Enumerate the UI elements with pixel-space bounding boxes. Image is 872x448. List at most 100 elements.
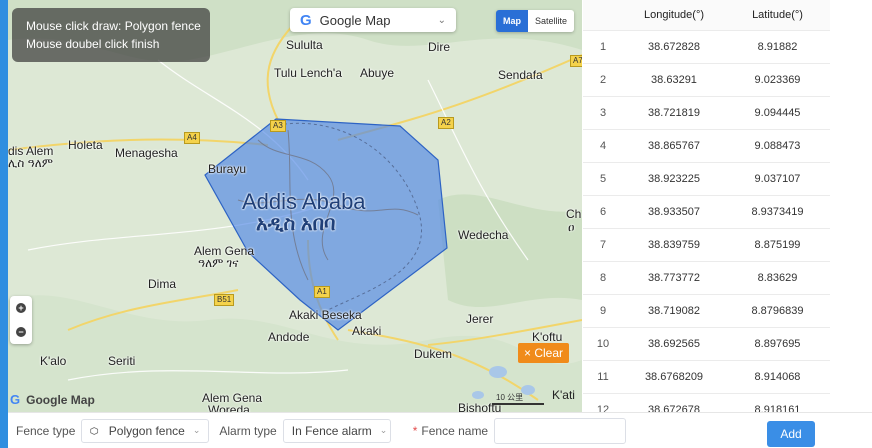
table-row[interactable]: 10 38.692565 8.897695 [583, 327, 830, 361]
cell-idx: 9 [583, 294, 623, 328]
place-label: Burayu [208, 162, 247, 176]
clear-button[interactable]: × Clear [518, 343, 570, 363]
city-label: Addis Ababa [242, 189, 366, 214]
fence-type-label: Fence type [16, 423, 76, 438]
add-button[interactable]: Add [767, 421, 815, 447]
place-label: Dire [428, 40, 451, 54]
place-label: Tulu Lench'a [274, 66, 342, 80]
table-row[interactable]: 9 38.719082 8.8796839 [583, 294, 830, 328]
place-label: ዓለም ገና [198, 256, 239, 270]
draw-hint-line: Mouse click draw: Polygon fence [26, 19, 201, 33]
cell-lat: 8.8796839 [725, 294, 830, 328]
cell-lat: 8.875199 [725, 228, 830, 262]
cell-idx: 6 [583, 195, 623, 229]
map-brand: G Google Map [10, 392, 95, 407]
cell-lng: 38.63291 [623, 63, 725, 97]
zoom-in-button[interactable]: + [10, 296, 32, 320]
place-label: Akaki Beseka [289, 308, 362, 322]
place-label: Dima [148, 277, 177, 291]
table-row[interactable]: 11 38.6768209 8.914068 [583, 360, 830, 394]
cell-lat: 8.897695 [725, 327, 830, 361]
coordinates-table[interactable]: Longitude(°) Latitude(°) 1 38.672828 8.918… [583, 0, 830, 412]
cell-lng: 38.773772 [623, 261, 725, 295]
table-row[interactable]: 2 38.63291 9.023369 [583, 63, 830, 97]
polygon-icon [90, 426, 99, 435]
map-type-toggle[interactable]: Map Satellite [496, 10, 575, 32]
cell-lng: 38.933507 [623, 195, 725, 229]
cell-lng: 38.721819 [623, 96, 725, 130]
table-row[interactable]: 8 38.773772 8.83629 [583, 261, 830, 295]
map-type-map-button[interactable]: Map [496, 10, 528, 32]
cell-lat: 9.088473 [725, 129, 830, 163]
cell-lat: 8.91882 [725, 30, 830, 64]
app-frame: Sululta Dire Tulu Lench'a Abuye Sendafa … [8, 0, 872, 448]
cell-idx: 5 [583, 162, 623, 196]
place-label: Seriti [108, 354, 136, 368]
cell-idx: 1 [583, 30, 623, 64]
alarm-type-label: Alarm type [219, 423, 277, 438]
place-label: Sendafa [498, 68, 543, 82]
cell-lng: 38.6768209 [623, 360, 725, 394]
column-header-index [583, 0, 623, 31]
map-provider-select[interactable]: G Google Map ⌄ [290, 8, 456, 32]
map-brand-label: Google Map [26, 392, 95, 407]
cell-lng: 38.865767 [623, 129, 725, 163]
alarm-type-value: In Fence alarm [291, 423, 372, 438]
place-label: ሊስ ዓለም [8, 156, 53, 170]
fence-type-select[interactable]: Polygon fence ⌄ [81, 418, 210, 443]
table-row[interactable]: 5 38.923225 9.037107 [583, 162, 830, 196]
plus-icon: + [16, 303, 26, 313]
place-label: K'ati [552, 388, 575, 402]
cell-lat: 8.914068 [725, 360, 830, 394]
place-label: Jerer [466, 312, 494, 326]
fence-name-label: Fence name [421, 423, 489, 438]
cell-lat: 8.83629 [725, 261, 830, 295]
google-logo-icon: G [10, 392, 21, 407]
fence-type-value: Polygon fence [108, 423, 185, 438]
alarm-type-select[interactable]: In Fence alarm ⌄ [282, 418, 391, 443]
cell-idx: 2 [583, 63, 623, 97]
table-row[interactable]: 6 38.933507 8.9373419 [583, 195, 830, 229]
google-logo-icon: G [300, 11, 312, 29]
right-gutter [830, 0, 872, 412]
chevron-down-icon: ⌄ [437, 14, 446, 26]
cell-lat: 8.9373419 [725, 195, 830, 229]
cell-lng: 38.672828 [623, 30, 725, 64]
map-type-satellite-button[interactable]: Satellite [528, 10, 575, 32]
cell-lat: 9.023369 [725, 63, 830, 97]
place-label: Sululta [286, 38, 323, 52]
map-provider-value: Google Map [319, 12, 391, 28]
road-shield: B51 [214, 294, 235, 306]
cell-idx: 10 [583, 327, 623, 361]
place-label: K'oftu [532, 330, 563, 344]
city-label-amharic: አዲስ አበባ [256, 213, 336, 235]
table-row[interactable]: 12 38.672678 8.918161 [583, 393, 830, 412]
column-header-longitude: Longitude(°) [623, 0, 725, 31]
road-shield: A7 [570, 55, 582, 67]
place-label: Menagesha [115, 146, 178, 160]
table-header-row: Longitude(°) Latitude(°) [583, 0, 830, 31]
road-shield: A1 [314, 286, 330, 298]
cell-idx: 7 [583, 228, 623, 262]
cell-idx: 4 [583, 129, 623, 163]
table-row[interactable]: 1 38.672828 8.91882 [583, 30, 830, 64]
place-label: Woreda [208, 403, 250, 412]
table-row[interactable]: 7 38.839759 8.875199 [583, 228, 830, 262]
place-label: ዐ [568, 220, 575, 234]
cell-lng: 38.692565 [623, 327, 725, 361]
table-row[interactable]: 3 38.721819 9.094445 [583, 96, 830, 130]
map-canvas[interactable]: Sululta Dire Tulu Lench'a Abuye Sendafa … [8, 0, 582, 412]
chevron-down-icon: ⌄ [192, 425, 201, 435]
place-label: Akaki [352, 324, 382, 338]
road-shield: A3 [270, 120, 286, 132]
fence-name-input[interactable] [494, 417, 627, 444]
cell-lat: 8.918161 [725, 393, 830, 412]
table-row[interactable]: 4 38.865767 9.088473 [583, 129, 830, 163]
zoom-out-button[interactable]: − [10, 320, 32, 344]
draw-hint-panel: Mouse click draw: Polygon fence Mouse do… [12, 8, 210, 62]
minus-icon: − [16, 327, 26, 337]
required-mark: * [412, 423, 418, 438]
map-scale: 10 公里 [492, 392, 544, 405]
cell-lat: 9.094445 [725, 96, 830, 130]
place-label: K'alo [40, 354, 67, 368]
